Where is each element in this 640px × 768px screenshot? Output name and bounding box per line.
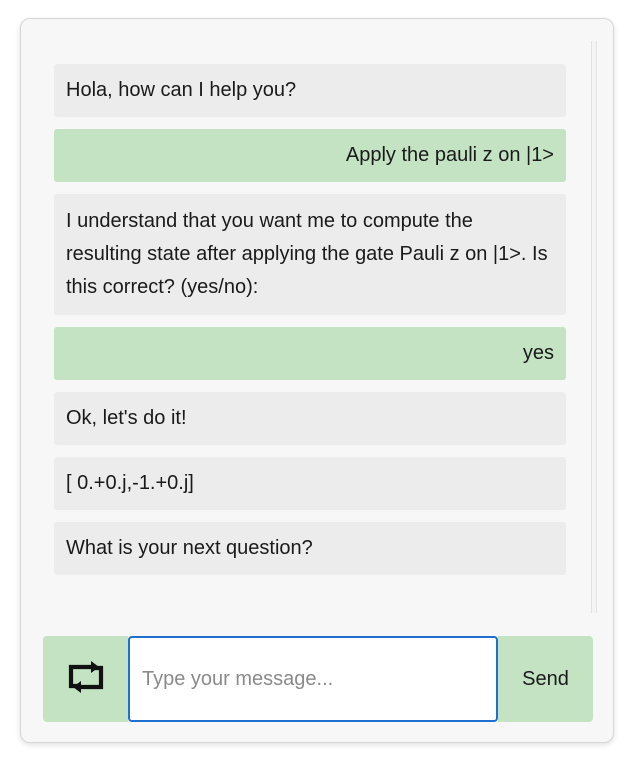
message-input[interactable] — [128, 636, 498, 722]
message-list: Hola, how can I help you? Apply the paul… — [54, 64, 566, 587]
scrollbar[interactable] — [591, 41, 597, 613]
reset-button[interactable] — [43, 636, 128, 722]
send-button[interactable]: Send — [498, 636, 593, 722]
bot-message: [ 0.+0.j,-1.+0.j] — [54, 457, 566, 510]
input-bar: Send — [43, 636, 593, 722]
user-message: yes — [54, 327, 566, 380]
bot-message: I understand that you want me to compute… — [54, 194, 566, 315]
bot-message: What is your next question? — [54, 522, 566, 575]
repeat-icon — [66, 659, 106, 700]
user-message: Apply the pauli z on |1> — [54, 129, 566, 182]
bot-message: Hola, how can I help you? — [54, 64, 566, 117]
bot-message: Ok, let's do it! — [54, 392, 566, 445]
chat-window: Hola, how can I help you? Apply the paul… — [20, 18, 614, 743]
